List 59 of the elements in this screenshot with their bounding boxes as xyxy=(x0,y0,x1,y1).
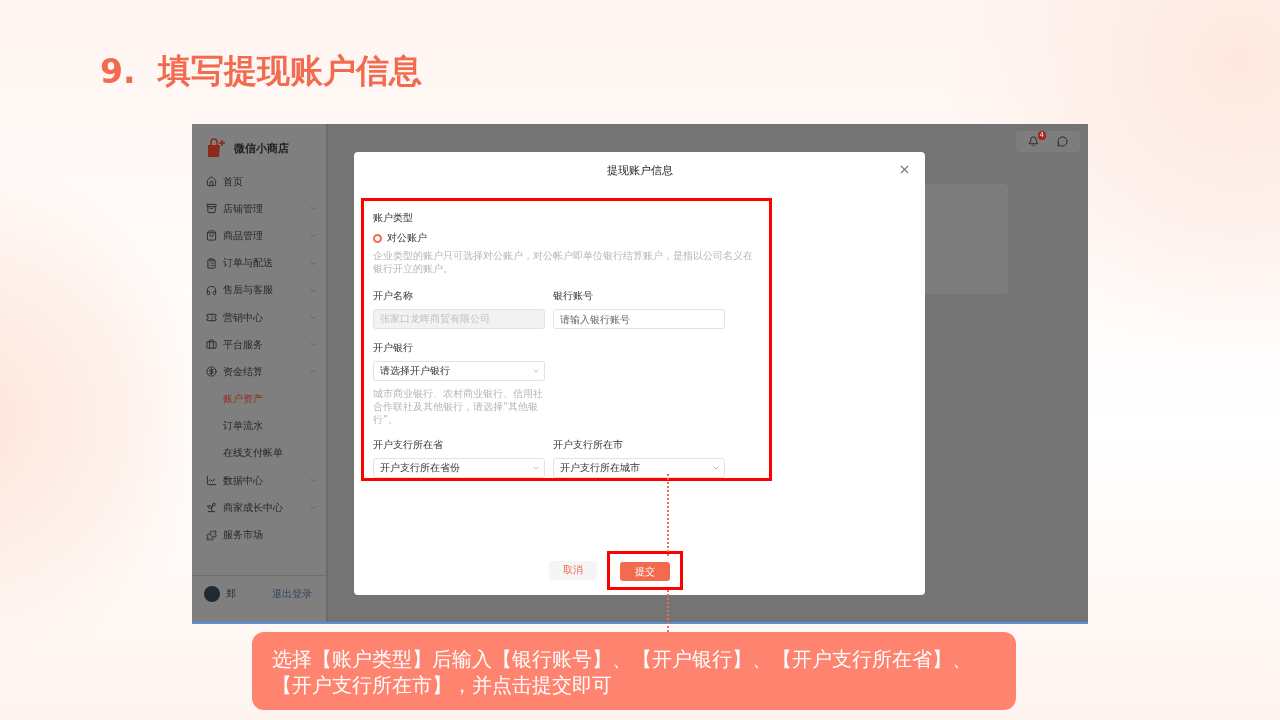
logout-link[interactable]: 退出登录 xyxy=(272,587,312,601)
close-button[interactable] xyxy=(898,163,911,176)
callout-text: 选择【账户类型】后输入【银行账号】、【开户银行】、【开户支行所在省】、【开户支行所在市】，并点击提交即可 xyxy=(272,646,973,698)
close-icon xyxy=(898,163,911,176)
caret-icon xyxy=(532,367,540,375)
nav-item[interactable]: 平台服务 xyxy=(192,331,326,359)
home-icon xyxy=(206,176,217,188)
field-label: 开户支行所在省 xyxy=(373,438,444,452)
headphones-icon xyxy=(206,284,217,296)
submit-button[interactable]: 提交 xyxy=(619,562,670,581)
avatar xyxy=(204,586,220,602)
nav-item[interactable]: 营销中心 xyxy=(192,303,326,332)
user-name: 郑 xyxy=(226,587,237,601)
hint-text: 城市商业银行、农村商业银行、信用社合作联社及其他银行，请选择“其他银行”。 xyxy=(373,387,544,426)
chart-icon xyxy=(206,475,217,487)
nav-item[interactable]: 店铺管理 xyxy=(192,195,326,223)
radio-label: 对公账户 xyxy=(387,231,427,245)
hint-text: 企业类型的账户只可选择对公账户，对公帐户即单位银行结算账户，是指以公司名义在银行开立的账户。 xyxy=(373,249,754,275)
dotted-connector-line xyxy=(666,590,670,632)
caret-icon xyxy=(532,464,540,472)
field-label: 账户类型 xyxy=(373,211,414,225)
nav-item[interactable]: 资金结算 xyxy=(192,358,326,386)
nav-subitem[interactable]: 订单流水 xyxy=(192,412,326,440)
ticket-icon xyxy=(206,312,217,324)
tray-icon xyxy=(206,203,217,215)
bell-icon xyxy=(1028,136,1039,147)
dialog-title: 提现账户信息 xyxy=(606,162,673,178)
clipboard-icon xyxy=(206,257,217,269)
nav-item[interactable]: 售后与客服 xyxy=(192,276,326,304)
message-button[interactable] xyxy=(1057,136,1068,147)
text-field[interactable]: 请输入银行账号 xyxy=(553,309,725,329)
puzzle-icon xyxy=(206,529,217,541)
shop-bag-logo xyxy=(206,138,226,158)
nav-item[interactable]: 数据中心 xyxy=(192,467,326,495)
nav-item[interactable]: 订单与配送 xyxy=(192,249,326,277)
nav-item[interactable]: 商家成长中心 xyxy=(192,494,326,522)
sprout-icon xyxy=(206,502,217,514)
cancel-button[interactable]: 取消 xyxy=(548,560,597,580)
nav-item[interactable]: 首页 xyxy=(192,168,326,196)
brand-name: 微信小商店 xyxy=(234,140,289,156)
nav-item[interactable]: 服务市场 xyxy=(192,521,326,549)
nav-subitem[interactable]: 在线支付帐单 xyxy=(192,439,326,468)
select-field[interactable]: 请选择开户银行 xyxy=(373,361,545,381)
notification-button[interactable] xyxy=(1028,136,1039,147)
coin-icon xyxy=(206,366,217,378)
slide-title: 填写提现账户信息 xyxy=(157,49,422,92)
field-label: 开户支行所在市 xyxy=(553,438,624,452)
briefcase-icon xyxy=(206,339,217,351)
field-label: 银行账号 xyxy=(553,289,594,303)
select-field[interactable]: 开户支行所在城市 xyxy=(553,458,725,478)
bag-icon xyxy=(206,230,217,242)
select-field[interactable]: 开户支行所在省份 xyxy=(373,458,545,478)
field-label: 开户名称 xyxy=(373,289,414,303)
chat-bubble-icon xyxy=(1057,136,1068,147)
step-number: 9. xyxy=(100,51,136,91)
radio-button[interactable] xyxy=(373,233,382,243)
field-label: 开户银行 xyxy=(373,341,414,355)
nav-item[interactable]: 商品管理 xyxy=(192,222,326,250)
caret-icon xyxy=(712,464,720,472)
